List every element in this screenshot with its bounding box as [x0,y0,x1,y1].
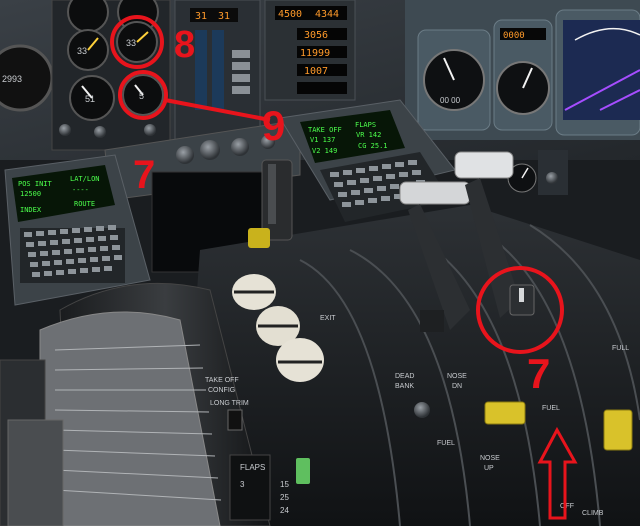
cdu-left-line-1: LAT/LON [70,175,100,183]
dme-value-1: 31 [195,11,207,22]
cdu-left-keypad[interactable] [20,225,125,283]
vertical-scale-1 [195,30,207,110]
cdu-right-line-5: CG 25.1 [358,142,388,150]
full-label: FULL [612,345,629,352]
fuel-label-left: FUEL [437,440,455,447]
attitude-display [555,9,640,136]
nose-up-sub: UP [484,465,494,472]
vertical-scale-2 [212,30,224,110]
speed-brake-handle[interactable] [248,228,270,248]
eicas-value-0: 4500 [278,9,302,20]
flap-value-0: 3 [240,480,245,489]
dme-value-2: 31 [218,11,230,22]
gauge-33-left: 33 [67,29,109,71]
cdu-left-line-0: POS INIT [18,180,53,188]
flaps-label: FLAPS [240,463,265,472]
gauge-top-value: 33 [77,46,87,56]
cdu-right-line-1: FLAPS [355,121,376,129]
left-gauge-value: 2993 [2,74,22,84]
standby-gauge-left: 00 00 [417,29,491,131]
yellow-lever-right[interactable] [603,409,633,451]
gauge-lower-circled: 5 [122,74,164,116]
cockpit-scene: 2993 33 33 51 5 31 31 4500 4344 3056 119… [0,0,640,526]
fuel-label-right: FUEL [542,405,560,412]
off-label: OFF [560,503,574,510]
cdu-left-line-4: INDEX [20,206,42,214]
flap-lever-handle[interactable] [296,458,310,484]
marker-9: 9 [262,102,285,149]
marker-8: 8 [174,24,195,66]
left-gauge: 2993 [0,44,54,112]
nose-up-label: NOSE [480,455,500,462]
eicas-value-4: 1007 [304,66,328,77]
marker-7-left: 7 [133,153,155,197]
knob-3[interactable] [231,138,249,156]
cdu-left-line-3: ---- [72,186,89,194]
thrust-lever-left[interactable] [399,181,471,205]
flap-value-2: 25 [280,493,289,502]
eicas-value-2: 3056 [304,30,328,41]
thrust-lever-right[interactable] [454,151,514,179]
cdu-right-line-0: TAKE OFF [308,126,342,134]
flap-value-3: 24 [280,506,289,515]
dead-label: DEAD [395,373,414,380]
cdu-right-line-2: V1 137 [310,136,335,144]
yellow-switch-guard[interactable] [484,401,526,425]
eicas-value-1: 4344 [315,9,339,20]
flap-value-1: 15 [280,480,289,489]
clock-display: 0000 [503,31,525,41]
config-label: CONFIG [208,387,235,394]
cdu-left-line-2: 12500 [20,190,41,198]
cdu-left-line-5: ROUTE [74,200,95,208]
long-trim-label: LONG TRIM [210,400,249,407]
gauge-low-value: 51 [85,94,95,104]
cdu-right-line-4: V2 149 [312,147,337,155]
gauge-circled-value: 5 [139,91,144,101]
dead-bank-knob[interactable] [414,402,430,418]
nose-dn-label: NOSE [447,373,467,380]
climb-label: CLIMB [582,510,604,517]
left-lower-box [7,419,64,526]
exit-label: EXIT [320,315,336,322]
fuel-cutoff-lever[interactable] [509,284,535,316]
clock-text: 00 00 [440,96,461,105]
gauge-mid-value: 33 [126,38,136,48]
bank-label: BANK [395,383,414,390]
knob-2[interactable] [200,140,220,160]
marker-7-right: 7 [527,350,550,397]
eicas-value-3: 11999 [300,48,330,59]
standby-gauge-mid: 0000 [493,19,553,131]
gauge-33-circled: 33 [116,21,158,63]
cdu-right-line-3: VR 142 [356,131,381,139]
knob-1[interactable] [176,146,194,164]
nose-dn-sub: DN [452,383,462,390]
takeoff-label: TAKE OFF [205,377,239,384]
gauge-lower-left: 51 [69,75,115,121]
